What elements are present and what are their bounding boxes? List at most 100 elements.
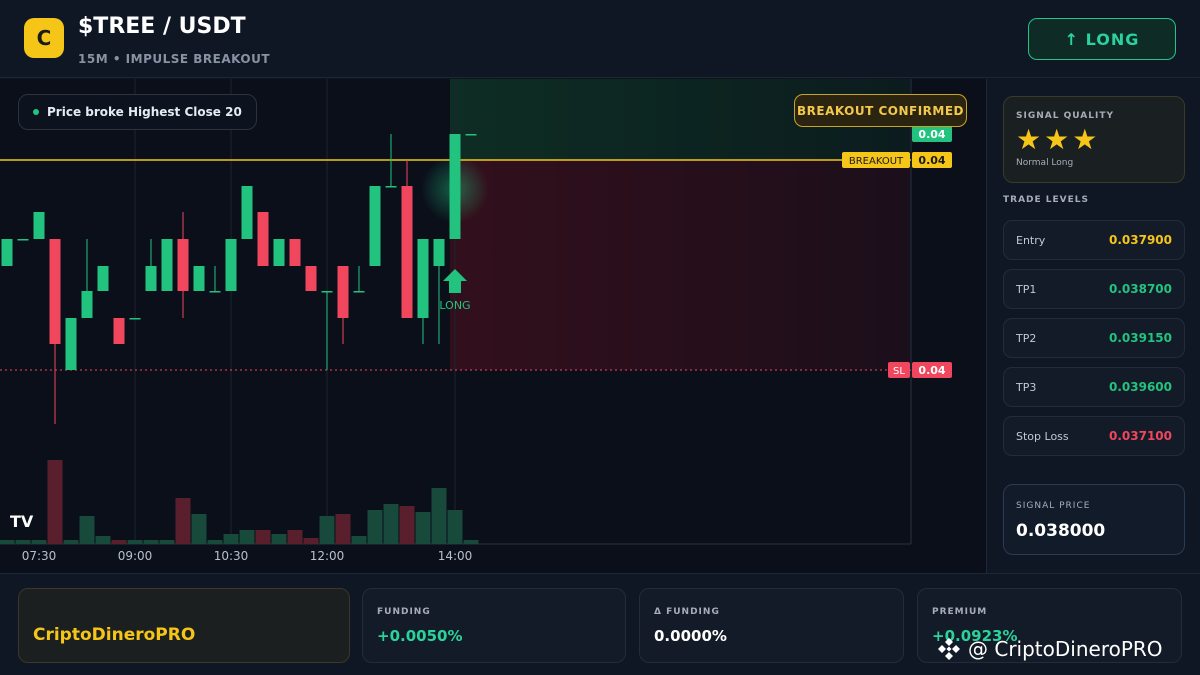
pair-title: $TREE / USDT bbox=[78, 14, 246, 39]
candle-body bbox=[449, 134, 461, 239]
candle-body bbox=[113, 318, 125, 344]
volume-bar bbox=[271, 534, 287, 544]
candle-body bbox=[33, 212, 45, 239]
candle-body bbox=[17, 239, 29, 241]
candle-body bbox=[257, 212, 269, 266]
candle-body bbox=[369, 186, 381, 266]
candle-body bbox=[433, 239, 445, 266]
brand-name: CriptoDineroPRO bbox=[33, 625, 196, 645]
level-label: TP1 bbox=[1016, 282, 1037, 296]
candles bbox=[1, 134, 477, 424]
candle-body bbox=[417, 239, 429, 318]
header-bar: C $TREE / USDT 15M • IMPULSE BREAKOUT ↑ … bbox=[0, 0, 1200, 78]
candle-body bbox=[161, 239, 173, 291]
volume-bar bbox=[335, 514, 351, 544]
candle-body bbox=[97, 266, 109, 291]
candle-body bbox=[305, 266, 317, 291]
candle-body bbox=[241, 186, 253, 239]
chip-text: Price broke Highest Close 20 bbox=[47, 105, 242, 119]
volume-bar bbox=[255, 530, 271, 544]
level-label: TP2 bbox=[1016, 331, 1037, 345]
volume-bar bbox=[223, 534, 239, 544]
volume-bar bbox=[143, 540, 159, 544]
volume-bar bbox=[111, 540, 127, 544]
volume-bar bbox=[287, 530, 303, 544]
stop-loss-zone bbox=[450, 160, 910, 370]
candle-body bbox=[465, 134, 477, 136]
candle-body bbox=[225, 239, 237, 291]
level-label: Stop Loss bbox=[1016, 429, 1069, 443]
time-axis-label: 14:00 bbox=[437, 549, 473, 563]
stat-value: 0.0000% bbox=[654, 627, 727, 645]
volume-bar bbox=[239, 530, 255, 544]
tradingview-logo: TV bbox=[10, 512, 34, 531]
delta-funding-card: Δ FUNDING 0.0000% bbox=[639, 588, 904, 663]
trade-levels-title: TRADE LEVELS bbox=[1003, 195, 1089, 205]
brand-card: CriptoDineroPRO bbox=[18, 588, 350, 663]
candle-body bbox=[385, 186, 397, 188]
candle-body bbox=[129, 318, 141, 320]
coin-logo: C bbox=[24, 18, 64, 58]
signal-price-card: SIGNAL PRICE 0.038000 bbox=[1003, 484, 1185, 555]
signal-sidebar: SIGNAL QUALITY ★★★ Normal Long TRADE LEV… bbox=[986, 79, 1200, 573]
candle-body bbox=[145, 266, 157, 291]
sl-price: 0.04 bbox=[918, 364, 945, 377]
volume-bar bbox=[415, 512, 431, 544]
candle-body bbox=[401, 186, 413, 318]
time-axis-label: 10:30 bbox=[213, 549, 249, 563]
time-axis-label: 12:00 bbox=[309, 549, 345, 563]
volume-bar bbox=[159, 540, 175, 544]
time-axis-label: 07:30 bbox=[21, 549, 57, 563]
volume-bar bbox=[0, 540, 15, 544]
sl-label: SL bbox=[893, 366, 905, 377]
volume-bar bbox=[399, 506, 415, 544]
level-value: 0.039600 bbox=[1108, 380, 1172, 394]
breakout-price: 0.04 bbox=[918, 154, 945, 167]
candle-body bbox=[193, 266, 205, 291]
volume-bar bbox=[207, 540, 223, 544]
candlestick-chart: LONG 0.04 BREAKOUT 0.04 SL 0.04 bbox=[0, 79, 952, 545]
long-direction-button[interactable]: ↑ LONG bbox=[1028, 18, 1176, 60]
watermark-text: @ CriptoDineroPRO bbox=[968, 637, 1163, 661]
level-value: 0.039150 bbox=[1108, 331, 1172, 345]
signal-quality-sub: Normal Long bbox=[1016, 158, 1074, 168]
funding-card: FUNDING +0.0050% bbox=[362, 588, 626, 663]
candle-body bbox=[65, 318, 77, 370]
pair-subtitle: 15M • IMPULSE BREAKOUT bbox=[78, 52, 271, 66]
candle-body bbox=[177, 239, 189, 291]
level-value: 0.037100 bbox=[1108, 429, 1172, 443]
stat-title: FUNDING bbox=[377, 607, 431, 617]
signal-quality-card: SIGNAL QUALITY ★★★ Normal Long bbox=[1003, 96, 1185, 183]
volume-bar bbox=[383, 504, 399, 544]
stat-value: +0.0050% bbox=[377, 627, 463, 645]
volume-bar bbox=[303, 538, 319, 544]
status-dot-icon bbox=[33, 109, 39, 115]
level-label: TP3 bbox=[1016, 380, 1037, 394]
volume-bar bbox=[447, 510, 463, 544]
signal-quality-title: SIGNAL QUALITY bbox=[1016, 111, 1114, 121]
volume-bar bbox=[15, 540, 31, 544]
level-stop-loss: Stop Loss 0.037100 bbox=[1003, 416, 1185, 456]
star-rating-icon: ★★★ bbox=[1016, 123, 1101, 156]
level-tp3: TP3 0.039600 bbox=[1003, 367, 1185, 407]
volume-bar bbox=[127, 540, 143, 544]
volume-bar bbox=[63, 540, 79, 544]
candle-body bbox=[321, 291, 333, 293]
volume-bar bbox=[47, 460, 63, 544]
level-value: 0.038700 bbox=[1108, 282, 1172, 296]
breakout-info-chip: Price broke Highest Close 20 bbox=[18, 94, 257, 130]
volume-bar bbox=[431, 488, 447, 544]
watermark: @ CriptoDineroPRO bbox=[936, 634, 1163, 664]
binance-icon bbox=[938, 638, 960, 660]
time-axis-label: 09:00 bbox=[117, 549, 153, 563]
breakout-confirmed-badge: BREAKOUT CONFIRMED bbox=[794, 94, 967, 127]
level-value: 0.037900 bbox=[1108, 233, 1172, 247]
price-chart[interactable]: LONG 0.04 BREAKOUT 0.04 SL 0.04 Price br… bbox=[0, 79, 986, 573]
level-tp2: TP2 0.039150 bbox=[1003, 318, 1185, 358]
candle-body bbox=[353, 291, 365, 293]
candle-body bbox=[1, 239, 13, 266]
volume-bar bbox=[463, 540, 479, 544]
candle-body bbox=[289, 239, 301, 266]
signal-price-value: 0.038000 bbox=[1016, 521, 1106, 541]
volume-bar bbox=[79, 516, 95, 544]
